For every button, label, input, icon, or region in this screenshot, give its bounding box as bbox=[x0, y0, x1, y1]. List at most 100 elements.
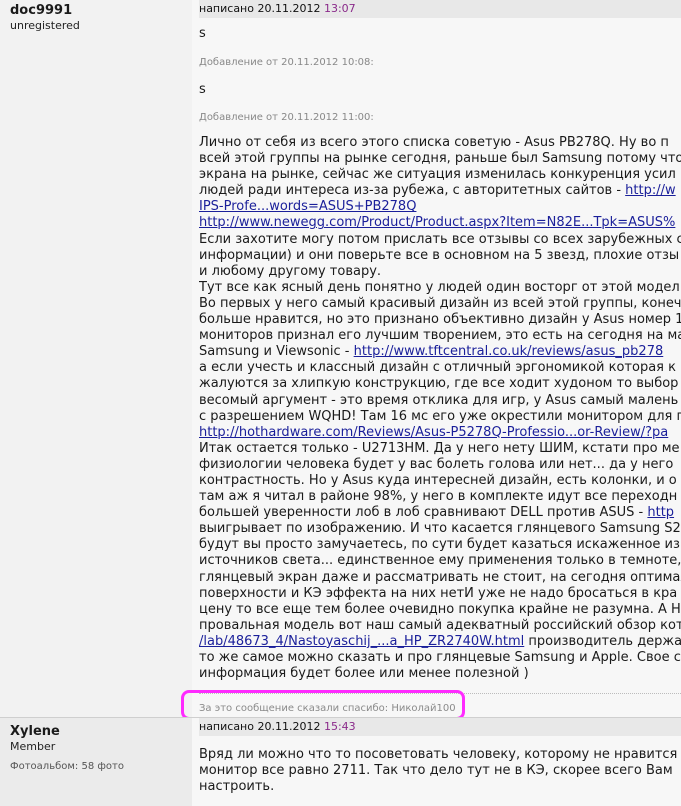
text-line: источников света... единственное ему при… bbox=[199, 553, 681, 569]
addition-note: Добавление от 20.11.2012 10:08: bbox=[199, 57, 374, 68]
message-text: больше нравится, но это признано объекти… bbox=[199, 312, 681, 328]
message-text: экрана на рынке, сейчас же ситуация изме… bbox=[199, 167, 676, 183]
text-line: информации) и они поверьте все в основно… bbox=[199, 248, 681, 264]
message-text: то же самое можно сказать и про глянцевы… bbox=[199, 650, 681, 665]
text-line: больше нравится, но это признано объекти… bbox=[199, 312, 681, 328]
text-line: Лично от себя из всего этого списка сове… bbox=[199, 135, 681, 151]
message-text: Во первых у него самый красивый дизайн и… bbox=[199, 295, 681, 311]
text-line: /lab/48673_4/Nastoyaschij_...a_HP_ZR2740… bbox=[199, 634, 681, 650]
message-line: s bbox=[199, 82, 206, 97]
message-link[interactable]: http bbox=[647, 505, 674, 520]
message-text: выигрывает по изображению. И что касаетс… bbox=[199, 521, 681, 537]
photo-album-link[interactable]: Фотоальбом: 58 фото bbox=[10, 761, 124, 772]
username[interactable]: Xylene bbox=[10, 724, 60, 739]
post-date-prefix: написано 20.11.2012 bbox=[199, 2, 324, 15]
message-text: Если захотите могу потом прислать все от… bbox=[199, 231, 681, 247]
text-line: глянцевый экран даже и рассматривать не … bbox=[199, 570, 681, 586]
text-line: с разрешением WQHD! Там 16 мс его уже ок… bbox=[199, 409, 681, 425]
text-line: настроить. bbox=[199, 779, 681, 795]
user-rank: Member bbox=[10, 740, 56, 753]
message-text: физиологии человека будет у вас болеть г… bbox=[199, 456, 674, 472]
text-line: там аж я читал в районе 98%, у него в ко… bbox=[199, 489, 681, 505]
post-date-prefix: написано 20.11.2012 bbox=[199, 720, 324, 733]
post-date: написано 20.11.2012 15:43 bbox=[199, 718, 681, 736]
message-text: Вряд ли можно что то посоветовать челове… bbox=[199, 747, 678, 762]
message-text: и любому другому товару. bbox=[199, 263, 382, 279]
message-text: монитор все равно 2711. Так что дело тут… bbox=[199, 763, 673, 779]
text-line: контрастность. Но у Asus куда интересней… bbox=[199, 473, 681, 489]
addition-note: Добавление от 20.11.2012 11:00: bbox=[199, 112, 374, 123]
user-rank: unregistered bbox=[10, 19, 80, 32]
message-body: Вряд ли можно что то посоветовать челове… bbox=[199, 747, 681, 795]
message-text: поверхности и КЭ эффекта на них нетИ уже… bbox=[199, 585, 678, 601]
message-line: s bbox=[199, 26, 206, 41]
message-link[interactable]: /lab/48673_4/Nastoyaschij_...a_HP_ZR2740… bbox=[199, 634, 524, 649]
message-text: а если учесть и классный дизайн с отличн… bbox=[199, 360, 676, 376]
text-line: экрана на рынке, сейчас же ситуация изме… bbox=[199, 167, 681, 183]
text-line: людей ради интереса из-за рубежа, с авто… bbox=[199, 183, 681, 199]
message-text: Samsung и Viewsonic - bbox=[199, 344, 354, 360]
post-time: 15:43 bbox=[323, 720, 356, 733]
message-text: Итак остается только - U2713HM. Да у нег… bbox=[199, 440, 680, 456]
text-line: IPS-Profe...words=ASUS+PB278Q bbox=[199, 199, 681, 215]
text-line: и любому другому товару. bbox=[199, 264, 681, 280]
message-text: мониторов признал его лучшим творением, … bbox=[199, 328, 681, 344]
text-line: поверхности и КЭ эффекта на них нетИ уже… bbox=[199, 586, 681, 602]
message-text: глянцевый экран даже и рассматривать не … bbox=[199, 569, 681, 585]
message-text: цену то все еще тем более очевидно покуп… bbox=[199, 601, 681, 617]
message-text: большей уверенности лоб в лоб сравнивают… bbox=[199, 505, 648, 521]
message-text: всей этой группы на рынке сегодня, раньш… bbox=[199, 151, 681, 167]
text-line: http://hothardware.com/Reviews/Asus-P527… bbox=[199, 425, 681, 441]
text-line: жалуются за хлипкую конструкцию, где все… bbox=[199, 376, 681, 392]
message-panel: написано 20.11.2012 13:07 s Добавление о… bbox=[192, 0, 681, 717]
message-panel: написано 20.11.2012 15:43 Вряд ли можно … bbox=[192, 717, 681, 806]
text-line: выигрывает по изображению. И что касаетс… bbox=[199, 521, 681, 537]
username[interactable]: doc9991 bbox=[10, 3, 72, 18]
post-date: написано 20.11.2012 13:07 bbox=[199, 0, 681, 18]
message-text: весомый аргумент - это время отклика для… bbox=[199, 392, 679, 408]
post-doc9991: doc9991 unregistered написано 20.11.2012… bbox=[0, 0, 681, 717]
post-xylene: Xylene Member Фотоальбом: 58 фото написа… bbox=[0, 717, 681, 806]
message-link[interactable]: http://w bbox=[625, 183, 675, 198]
text-line: Вряд ли можно что то посоветовать челове… bbox=[199, 747, 681, 763]
message-text: информация будет более или менее полезно… bbox=[199, 666, 529, 682]
message-text: информации) и они поверьте все в основно… bbox=[199, 247, 680, 263]
text-line: Тут все как ясный день понятно у людей о… bbox=[199, 280, 681, 296]
message-text: людей ради интереса из-за рубежа, с авто… bbox=[199, 183, 626, 199]
text-line: Samsung и Viewsonic - http://www.tftcent… bbox=[199, 344, 681, 360]
message-text: источников света... единственное ему при… bbox=[199, 553, 681, 569]
message-text: Тут все как ясный день понятно у людей о… bbox=[199, 279, 680, 295]
text-line: а если учесть и классный дизайн с отличн… bbox=[199, 360, 681, 376]
author-panel: doc9991 unregistered bbox=[0, 0, 192, 717]
message-body: Лично от себя из всего этого списка сове… bbox=[199, 135, 681, 682]
message-text: с разрешением WQHD! Там 16 мс его уже ок… bbox=[199, 408, 681, 424]
message-link[interactable]: http://www.newegg.com/Product/Product.as… bbox=[199, 215, 675, 230]
text-line: провальная модель вот наш самый адекватн… bbox=[199, 618, 681, 634]
text-line: монитор все равно 2711. Так что дело тут… bbox=[199, 763, 681, 779]
message-text: настроить. bbox=[199, 779, 275, 795]
text-line: большей уверенности лоб в лоб сравнивают… bbox=[199, 505, 681, 521]
message-text: Лично от себя из всего этого списка сове… bbox=[199, 135, 669, 150]
message-text: жалуются за хлипкую конструкцию, где все… bbox=[199, 376, 679, 392]
text-line: Во первых у него самый красивый дизайн и… bbox=[199, 296, 681, 312]
message-link[interactable]: http://hothardware.com/Reviews/Asus-P527… bbox=[199, 425, 668, 440]
text-line: весомый аргумент - это время отклика для… bbox=[199, 393, 681, 409]
message-text: производитель держа bbox=[524, 633, 681, 649]
text-line: информация будет более или менее полезно… bbox=[199, 666, 681, 682]
message-link[interactable]: http://www.tftcentral.co.uk/reviews/asus… bbox=[354, 344, 664, 359]
message-text: провальная модель вот наш самый адекватн… bbox=[199, 617, 681, 633]
text-line: Итак остается только - U2713HM. Да у нег… bbox=[199, 441, 681, 457]
message-link[interactable]: IPS-Profe...words=ASUS+PB278Q bbox=[199, 199, 416, 214]
text-line: то же самое можно сказать и про глянцевы… bbox=[199, 650, 681, 666]
post-time: 13:07 bbox=[323, 2, 356, 15]
text-line: физиологии человека будет у вас болеть г… bbox=[199, 457, 681, 473]
author-panel: Xylene Member Фотоальбом: 58 фото bbox=[0, 717, 192, 806]
text-line: всей этой группы на рынке сегодня, раньш… bbox=[199, 151, 681, 167]
message-text: будут вы просто замучаетесь, по сути буд… bbox=[199, 537, 680, 553]
message-text: там аж я читал в районе 98%, у него в ко… bbox=[199, 489, 678, 505]
text-line: цену то все еще тем более очевидно покуп… bbox=[199, 602, 681, 618]
message-text: контрастность. Но у Asus куда интересней… bbox=[199, 472, 677, 488]
text-line: Если захотите могу потом прислать все от… bbox=[199, 232, 681, 248]
text-line: будут вы просто замучаетесь, по сути буд… bbox=[199, 537, 681, 553]
text-line: мониторов признал его лучшим творением, … bbox=[199, 328, 681, 344]
